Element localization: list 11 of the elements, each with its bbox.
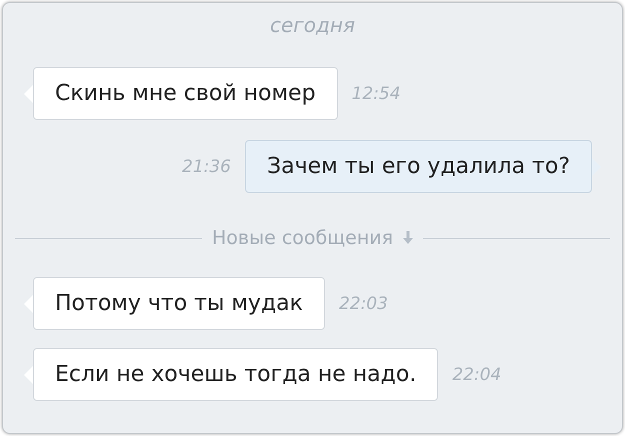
message-time: 22:03	[338, 294, 388, 314]
message-bubble: Потому что ты мудак	[24, 277, 325, 330]
message-time: 21:36	[182, 156, 231, 176]
message-time: 12:54	[352, 84, 401, 104]
message-time: 22:04	[452, 364, 502, 384]
date-separator: сегодня	[269, 13, 356, 39]
message-bubble: Если не хочешь тогда не надо.	[24, 348, 438, 401]
arrow-down-icon	[403, 231, 414, 245]
message-bubble: Зачем ты его удалила то?	[245, 140, 601, 193]
message-bubble: Скинь мне свой номер	[24, 67, 338, 120]
new-messages-label: Новые сообщения	[212, 227, 394, 249]
